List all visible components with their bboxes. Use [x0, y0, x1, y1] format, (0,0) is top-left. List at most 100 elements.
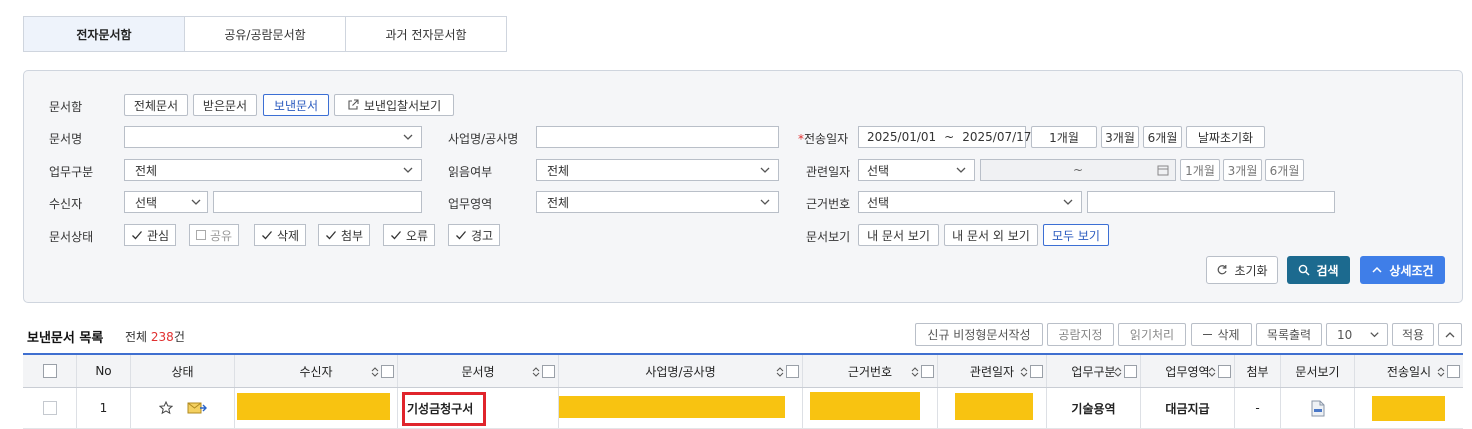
- status-delete-check[interactable]: 삭제: [254, 224, 307, 246]
- work-type-label: 업무구분: [49, 165, 94, 179]
- send-date-range-input[interactable]: 2025/01/01 ~ 2025/07/17: [858, 126, 1031, 148]
- send-date-3m-button[interactable]: 3개월: [1101, 126, 1139, 148]
- col-receiver-label: 수신자: [299, 364, 333, 379]
- send-date-1m-button[interactable]: 1개월: [1031, 126, 1097, 148]
- work-type-value: 전체: [135, 163, 158, 178]
- send-date-label: *전송일자: [798, 132, 849, 146]
- my-docs-view-button[interactable]: 내 문서 보기: [858, 224, 939, 246]
- new-doc-button[interactable]: 신규 비정형문서작성: [915, 323, 1043, 346]
- delete-button[interactable]: 삭제: [1191, 323, 1252, 346]
- detail-conditions-button[interactable]: 상세조건: [1360, 256, 1445, 284]
- page-size-select[interactable]: 10: [1326, 323, 1388, 346]
- doc-name-select[interactable]: [124, 126, 422, 148]
- star-icon[interactable]: [158, 401, 173, 415]
- tab-e-documents[interactable]: 전자문서함: [23, 16, 185, 52]
- send-date-6m-button[interactable]: 6개월: [1143, 126, 1182, 148]
- col-related-date-label: 관련일자: [969, 364, 1015, 379]
- sort-icon[interactable]: [776, 366, 784, 378]
- search-panel: 문서함 전체문서 받은문서 보낸문서 보낸입찰서보기 문서명 사업명/공사명 *…: [23, 70, 1463, 303]
- sent-bid-view-button[interactable]: 보낸입찰서보기: [334, 94, 454, 116]
- share-assign-button[interactable]: 공람지정: [1047, 323, 1114, 346]
- basis-no-input[interactable]: [1087, 191, 1335, 213]
- mark-read-button[interactable]: 읽기처리: [1118, 323, 1186, 346]
- filter-icon[interactable]: [1030, 365, 1043, 378]
- select-all-checkbox[interactable]: [42, 364, 57, 378]
- col-work-type[interactable]: 업무구분: [1047, 355, 1141, 387]
- document-view-icon[interactable]: [1311, 400, 1325, 417]
- col-biz-name[interactable]: 사업명/공사명: [559, 355, 803, 387]
- col-status[interactable]: 상태: [131, 355, 235, 387]
- related-date-1m-button[interactable]: 1개월: [1180, 159, 1220, 181]
- tab-past-documents[interactable]: 과거 전자문서함: [345, 16, 507, 52]
- filter-icon[interactable]: [1218, 365, 1231, 378]
- biz-name-input[interactable]: [536, 126, 779, 148]
- all-docs-view-button[interactable]: 모두 보기: [1043, 224, 1109, 246]
- col-work-area[interactable]: 업무영역: [1141, 355, 1235, 387]
- sort-icon[interactable]: [371, 366, 379, 378]
- redacted-send-time: [1372, 396, 1445, 421]
- col-attach[interactable]: 첨부: [1235, 355, 1281, 387]
- col-basis-no[interactable]: 근거번호: [803, 355, 938, 387]
- related-date-6m-button[interactable]: 6개월: [1265, 159, 1304, 181]
- status-warning-check[interactable]: 경고: [448, 224, 501, 246]
- tab-shared-documents[interactable]: 공유/공람문서함: [184, 16, 346, 52]
- col-no[interactable]: No: [77, 355, 131, 387]
- receiver-select[interactable]: 선택: [124, 191, 208, 213]
- col-send-time[interactable]: 전송일시: [1355, 355, 1463, 387]
- basis-no-value: 선택: [867, 195, 890, 210]
- related-date-value: 선택: [867, 163, 890, 178]
- status-attach-check[interactable]: 첨부: [318, 224, 371, 246]
- status-interest-check[interactable]: 관심: [124, 224, 177, 246]
- sort-icon[interactable]: [1020, 366, 1028, 378]
- sent-docs-button[interactable]: 보낸문서: [263, 94, 329, 116]
- row-work-type: 기술용역: [1047, 388, 1141, 428]
- col-receiver[interactable]: 수신자: [235, 355, 398, 387]
- status-error-check[interactable]: 오류: [383, 224, 436, 246]
- reset-button[interactable]: 초기화: [1206, 256, 1278, 284]
- related-date-select[interactable]: 선택: [858, 159, 975, 181]
- row-checkbox[interactable]: [42, 401, 57, 415]
- read-status-value: 전체: [547, 163, 570, 178]
- filter-icon[interactable]: [921, 365, 934, 378]
- search-button[interactable]: 검색: [1287, 256, 1350, 284]
- related-date-range-input[interactable]: ~: [980, 159, 1176, 181]
- filter-icon[interactable]: [381, 365, 394, 378]
- sort-icon[interactable]: [911, 366, 919, 378]
- calendar-icon[interactable]: [1157, 164, 1169, 176]
- status-share-check[interactable]: 공유: [189, 224, 240, 246]
- print-list-button[interactable]: 목록출력: [1256, 323, 1322, 346]
- table-row[interactable]: 1 기성금청구서 기술용역 대금지급 -: [23, 388, 1463, 429]
- redacted-related-date: [955, 393, 1033, 420]
- apply-button[interactable]: 적용: [1392, 323, 1434, 346]
- sort-icon[interactable]: [1114, 366, 1122, 378]
- filter-icon[interactable]: [542, 365, 555, 378]
- filter-icon[interactable]: [786, 365, 799, 378]
- col-doc-name[interactable]: 문서명: [398, 355, 559, 387]
- receiver-input[interactable]: [213, 191, 422, 213]
- col-biz-name-label: 사업명/공사명: [645, 364, 716, 379]
- doc-view-label: 문서보기: [806, 230, 851, 244]
- row-select-cell: [23, 388, 77, 428]
- collapse-list-button[interactable]: [1438, 323, 1462, 346]
- sort-icon[interactable]: [1437, 366, 1445, 378]
- check-icon: [456, 231, 466, 240]
- chevron-down-icon: [403, 167, 413, 173]
- basis-no-select[interactable]: 선택: [858, 191, 1082, 213]
- work-area-select[interactable]: 전체: [536, 191, 779, 213]
- filter-icon[interactable]: [1447, 365, 1460, 378]
- others-docs-view-button[interactable]: 내 문서 외 보기: [944, 224, 1038, 246]
- related-date-3m-button[interactable]: 3개월: [1223, 159, 1262, 181]
- document-box-tabs: 전자문서함 공유/공람문서함 과거 전자문서함: [23, 16, 507, 52]
- check-icon: [132, 231, 142, 240]
- all-docs-button[interactable]: 전체문서: [124, 94, 188, 116]
- received-docs-button[interactable]: 받은문서: [193, 94, 257, 116]
- work-type-select[interactable]: 전체: [124, 159, 422, 181]
- sort-icon[interactable]: [532, 366, 540, 378]
- col-related-date[interactable]: 관련일자: [938, 355, 1047, 387]
- date-reset-button[interactable]: 날짜초기화: [1186, 126, 1265, 148]
- read-status-select[interactable]: 전체: [536, 159, 779, 181]
- filter-icon[interactable]: [1124, 365, 1137, 378]
- sort-icon[interactable]: [1208, 366, 1216, 378]
- unchecked-box-icon: [196, 230, 206, 240]
- col-doc-view[interactable]: 문서보기: [1281, 355, 1355, 387]
